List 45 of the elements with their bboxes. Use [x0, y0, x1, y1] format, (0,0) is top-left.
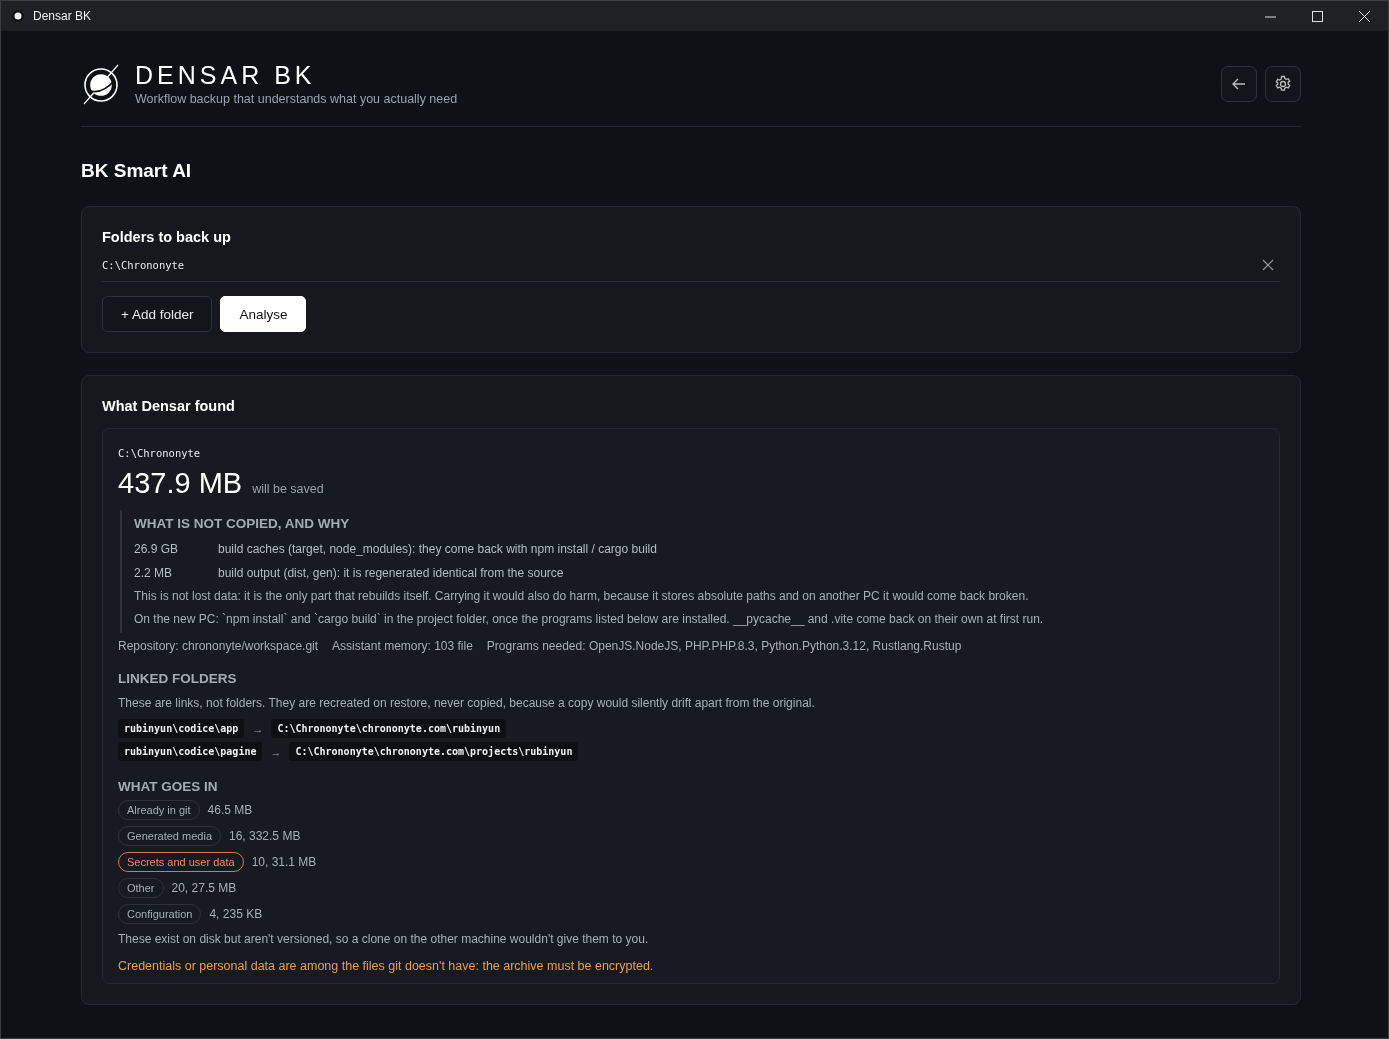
back-button[interactable]	[1221, 65, 1257, 102]
close-icon[interactable]	[1359, 10, 1370, 22]
tagline: Workflow backup that understands what you actually need	[135, 92, 458, 106]
description-text: These are links, not folders. They are recreated on restore, never copied, because a copy would silently drift apart from the original.	[118, 695, 816, 712]
brand-logo: DENSAR BK	[135, 61, 317, 89]
warning-text: Credentials or personal data are among the files git doesn't have: the archive must be encrypted.	[118, 959, 655, 973]
maximize-icon[interactable]	[1312, 10, 1323, 22]
add-folder-button[interactable]: + Add folder	[102, 296, 213, 332]
note-text: These exist on disk but aren't versioned, so a clone on the other machine wouldn't give them to you.	[118, 931, 650, 948]
category-count: 20, 27.5 MB	[171, 881, 237, 895]
note-text: On the new PC: `npm install` and `cargo build` in the project folder, once the programs listed below are installed. __pycache__ and .vite come back on their own at first run.	[134, 611, 1045, 628]
link-source: rubinyun\codice\app	[118, 719, 245, 738]
link-source: rubinyun\codice\pagine	[118, 742, 263, 761]
folder-path: C:\Chrononyte	[118, 447, 202, 459]
section-heading: LINKED FOLDERS	[118, 671, 238, 686]
folder-path: C:\Chrononyte	[102, 259, 185, 271]
meta-text: Programs needed: OpenJS.NodeJS, PHP.PHP.8.3, Python.Python.3.12, Rustlang.Rustup	[486, 639, 962, 653]
excluded-size: 26.9 GB	[134, 541, 180, 558]
size-note: will be saved	[252, 482, 324, 496]
category-count: 46.5 MB	[207, 803, 253, 817]
note-text: This is not lost data: it is the only part that rebuilds itself. Carrying it would also do harm, because it stores absolute paths and on another PC it would come back broken.	[134, 588, 1030, 605]
card-title: What Densar found	[102, 398, 236, 414]
section-heading: WHAT GOES IN	[118, 779, 219, 794]
page-title: BK Smart AI	[81, 160, 193, 182]
link-target: C:\Chrononyte\chrononyte.com\projects\rubinyun	[289, 742, 579, 761]
excluded-reason: build output (dist, gen): it is regenerated identical from the source	[218, 565, 564, 582]
meta-text: Repository: chrononyte/workspace.git	[118, 639, 319, 653]
category-count: 16, 332.5 MB	[229, 829, 301, 843]
category-count: 4, 235 KB	[209, 907, 263, 921]
section-heading: WHAT IS NOT COPIED, AND WHY	[134, 516, 351, 531]
settings-button[interactable]	[1265, 65, 1301, 102]
remove-icon[interactable]	[1262, 259, 1274, 271]
saved-size: 437.9 MB	[118, 467, 243, 500]
arrow-text: →	[252, 722, 264, 735]
excluded-size: 2.2 MB	[134, 565, 173, 582]
category-count: 10, 31.1 MB	[251, 855, 317, 869]
meta-text: Assistant memory: 103 file	[332, 639, 473, 653]
settings-icon	[1274, 74, 1292, 93]
app-icon	[11, 9, 25, 23]
card-title: Folders to back up	[102, 229, 232, 245]
excluded-reason: build caches (target, node_modules): they come back with npm install / cargo build	[218, 541, 657, 558]
analyse-button[interactable]: Analyse	[220, 296, 307, 332]
window-title: Densar BK	[33, 9, 92, 23]
link-target: C:\Chrononyte\chrononyte.com\rubinyun	[271, 719, 507, 738]
arrow-text: →	[270, 745, 282, 758]
